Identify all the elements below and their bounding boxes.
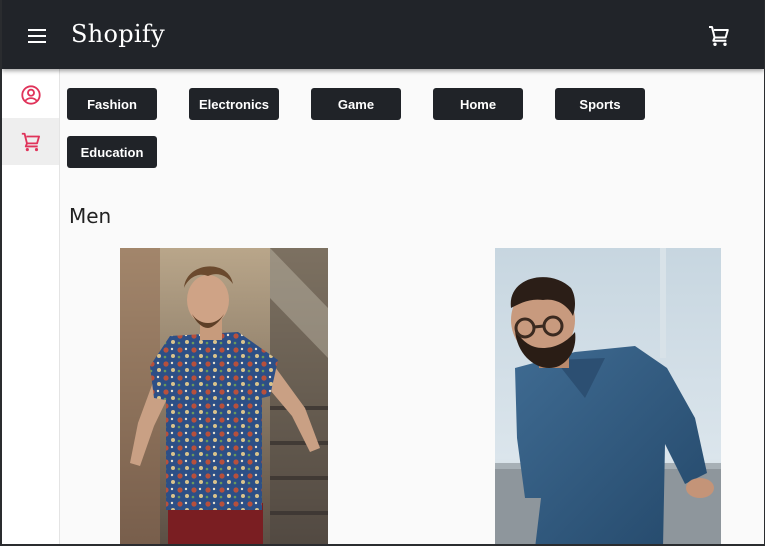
category-game-button[interactable]: Game xyxy=(311,88,401,120)
bearded-man-in-denim-shirt-photo xyxy=(495,248,721,544)
menu-icon xyxy=(28,29,46,43)
man-in-floral-shirt-photo xyxy=(120,248,328,544)
product-card-men-1[interactable] xyxy=(120,248,328,544)
category-electronics-button[interactable]: Electronics xyxy=(189,88,279,120)
app-title: Shopify xyxy=(71,20,165,48)
category-home-button[interactable]: Home xyxy=(433,88,523,120)
main-content: Fashion Electronics Game Home Sports Edu… xyxy=(60,69,764,544)
category-education-button[interactable]: Education xyxy=(67,136,157,168)
top-app-bar: Shopify xyxy=(2,0,764,69)
product-card-men-2[interactable] xyxy=(495,248,721,544)
shopping-cart-icon xyxy=(21,132,40,151)
app-window: Shopify Fashion Electronics Game Home Sp… xyxy=(2,0,764,544)
section-title: Men xyxy=(69,204,112,228)
account-circle-icon xyxy=(20,84,41,105)
category-fashion-button[interactable]: Fashion xyxy=(67,88,157,120)
category-sports-button[interactable]: Sports xyxy=(555,88,645,120)
cart-button[interactable] xyxy=(707,24,731,48)
sidebar xyxy=(2,69,60,544)
menu-button[interactable] xyxy=(26,26,48,46)
sidebar-item-cart[interactable] xyxy=(2,118,59,165)
sidebar-item-account[interactable] xyxy=(2,71,59,118)
shopping-cart-icon xyxy=(709,26,729,46)
